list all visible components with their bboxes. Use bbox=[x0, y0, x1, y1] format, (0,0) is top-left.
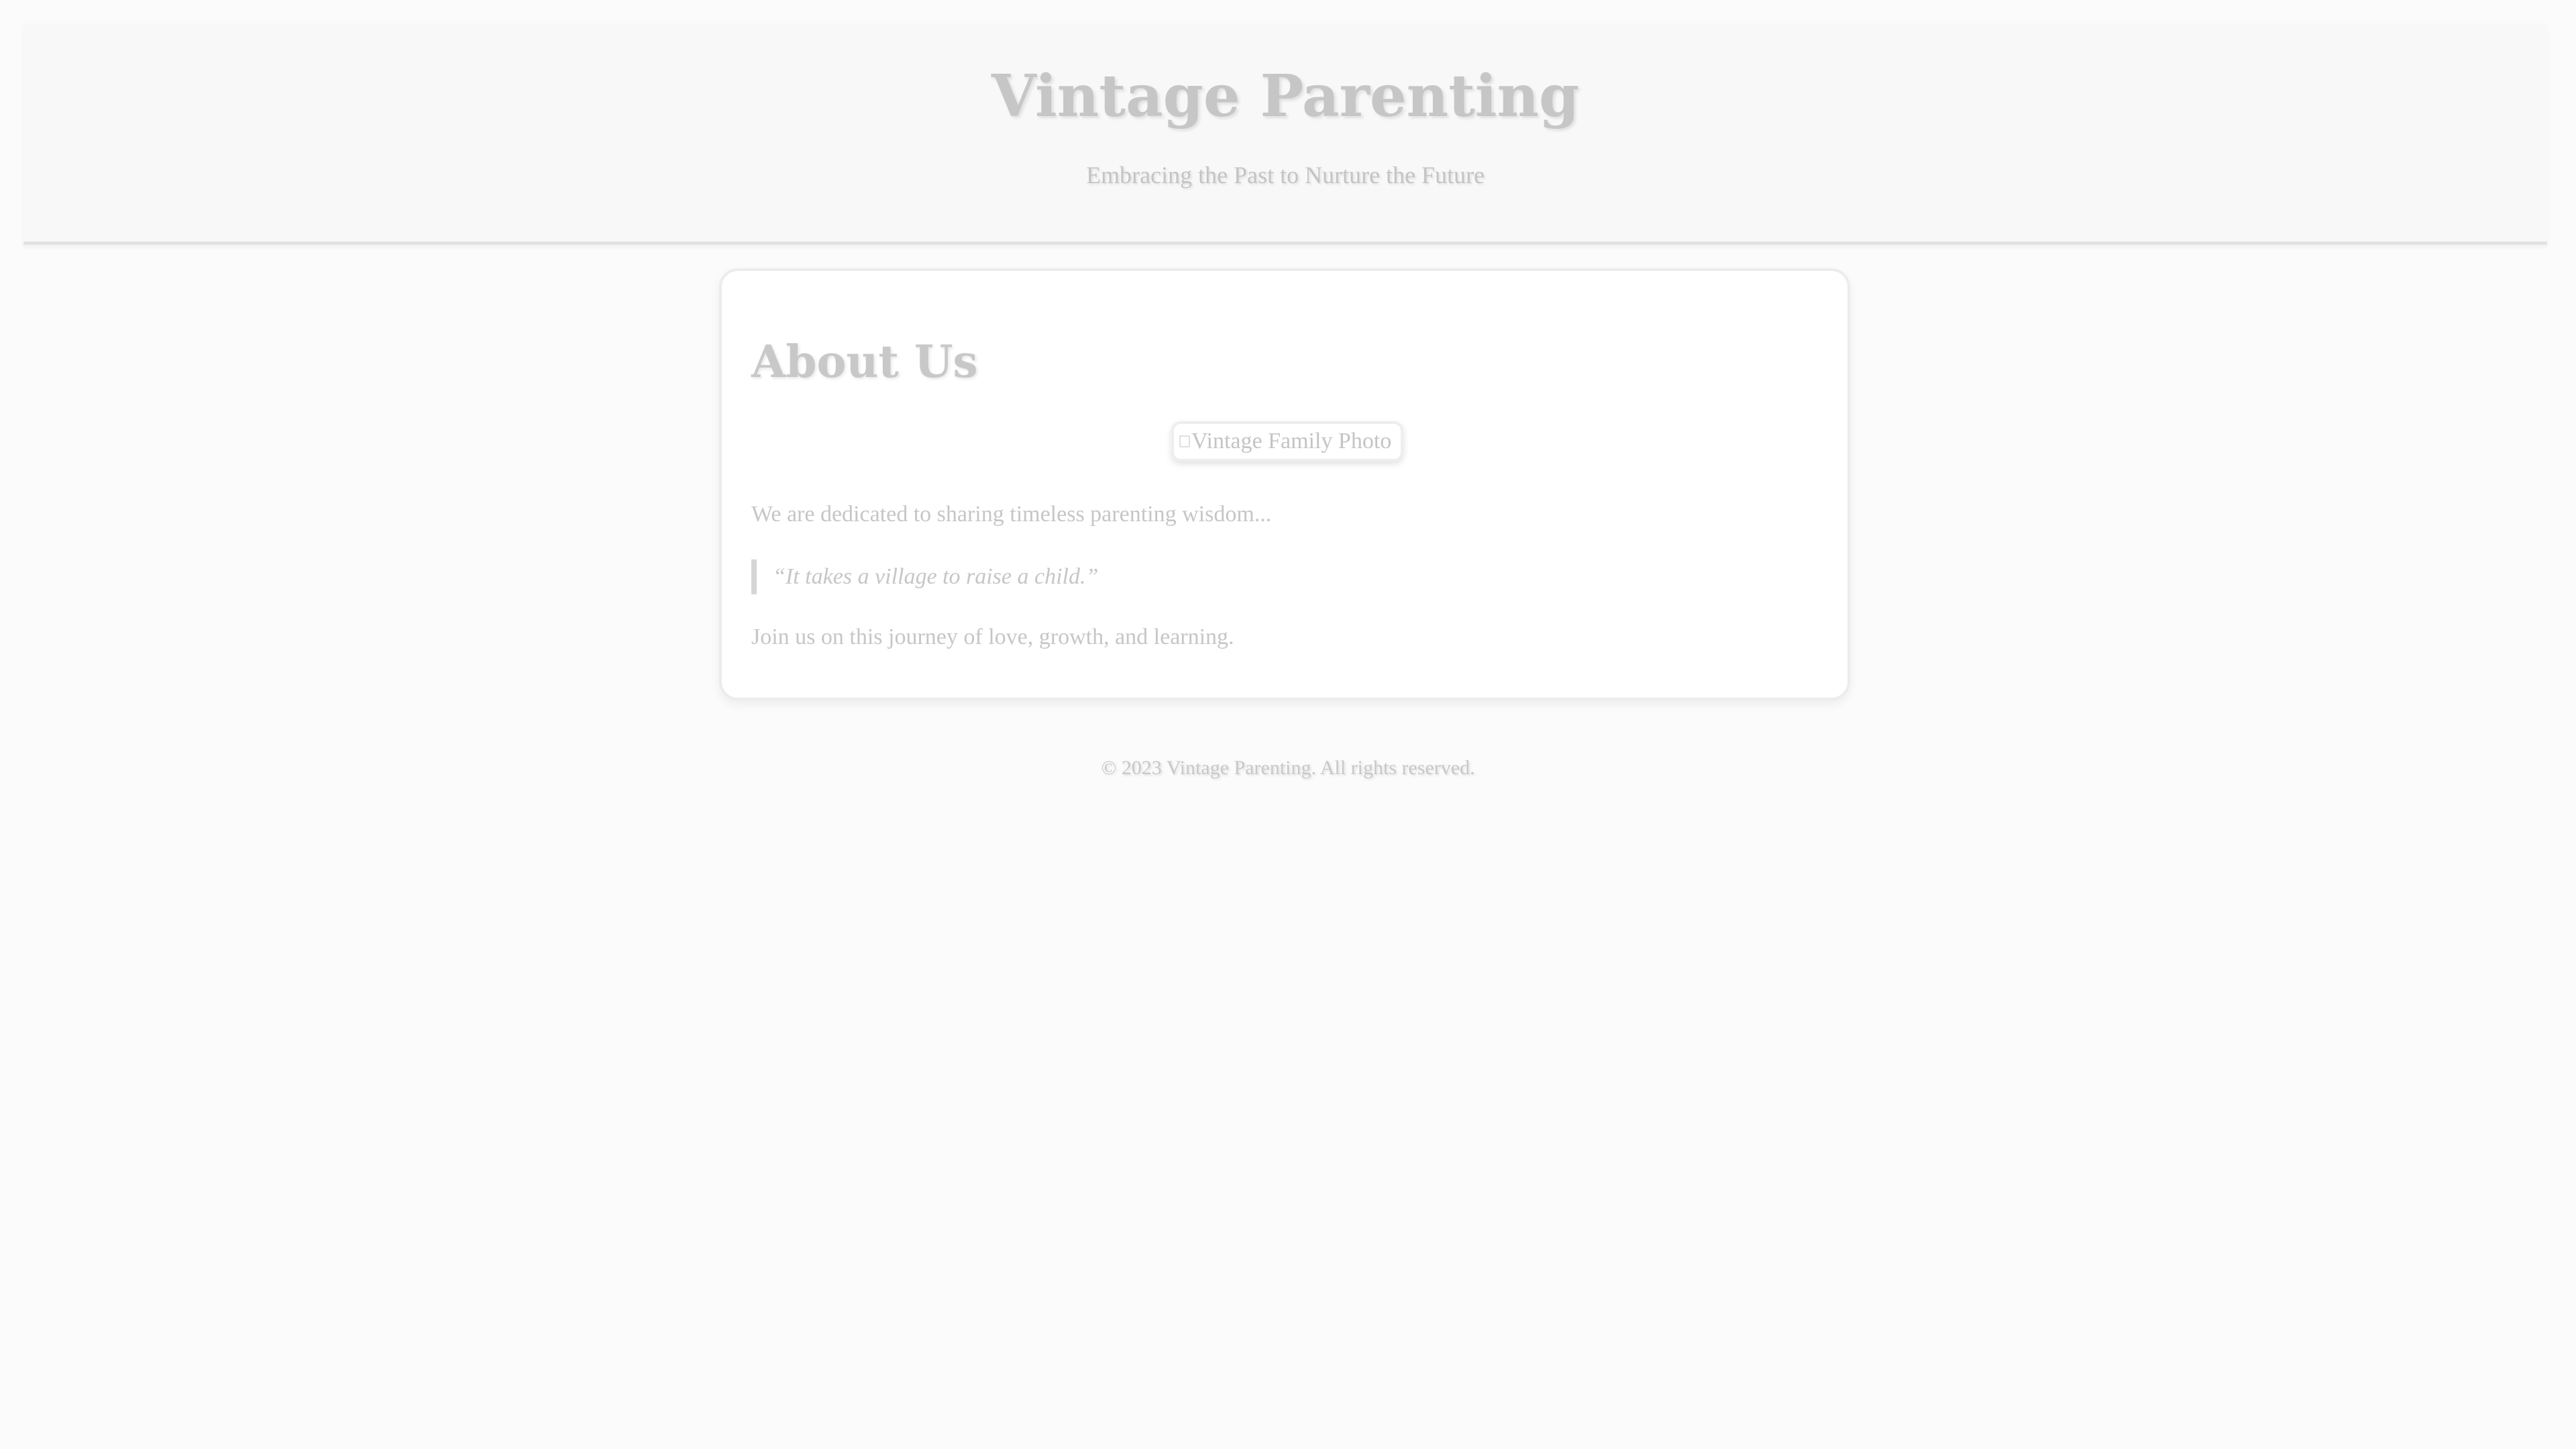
site-tagline: Embracing the Past to Nurture the Future bbox=[1086, 161, 1485, 189]
about-intro-text: We are dedicated to sharing timeless par… bbox=[751, 502, 1272, 527]
about-card: About Us Vintage Family Photo We are ded… bbox=[719, 268, 1850, 700]
vintage-family-photo: Vintage Family Photo bbox=[1171, 421, 1403, 462]
about-quote: “It takes a village to raise a child.” bbox=[751, 559, 1098, 594]
photo-alt-text: Vintage Family Photo bbox=[1191, 429, 1392, 453]
site-title: Vintage Parenting bbox=[991, 62, 1580, 130]
about-heading: About Us bbox=[751, 335, 978, 388]
site-header: Vintage Parenting Embracing the Past to … bbox=[23, 23, 2547, 245]
copyright-text: © 2023 Vintage Parenting. All rights res… bbox=[1101, 757, 1475, 779]
broken-image-icon bbox=[1179, 435, 1190, 447]
site-footer: © 2023 Vintage Parenting. All rights res… bbox=[0, 757, 2576, 780]
about-closing-text: Join us on this journey of love, growth,… bbox=[751, 625, 1234, 649]
